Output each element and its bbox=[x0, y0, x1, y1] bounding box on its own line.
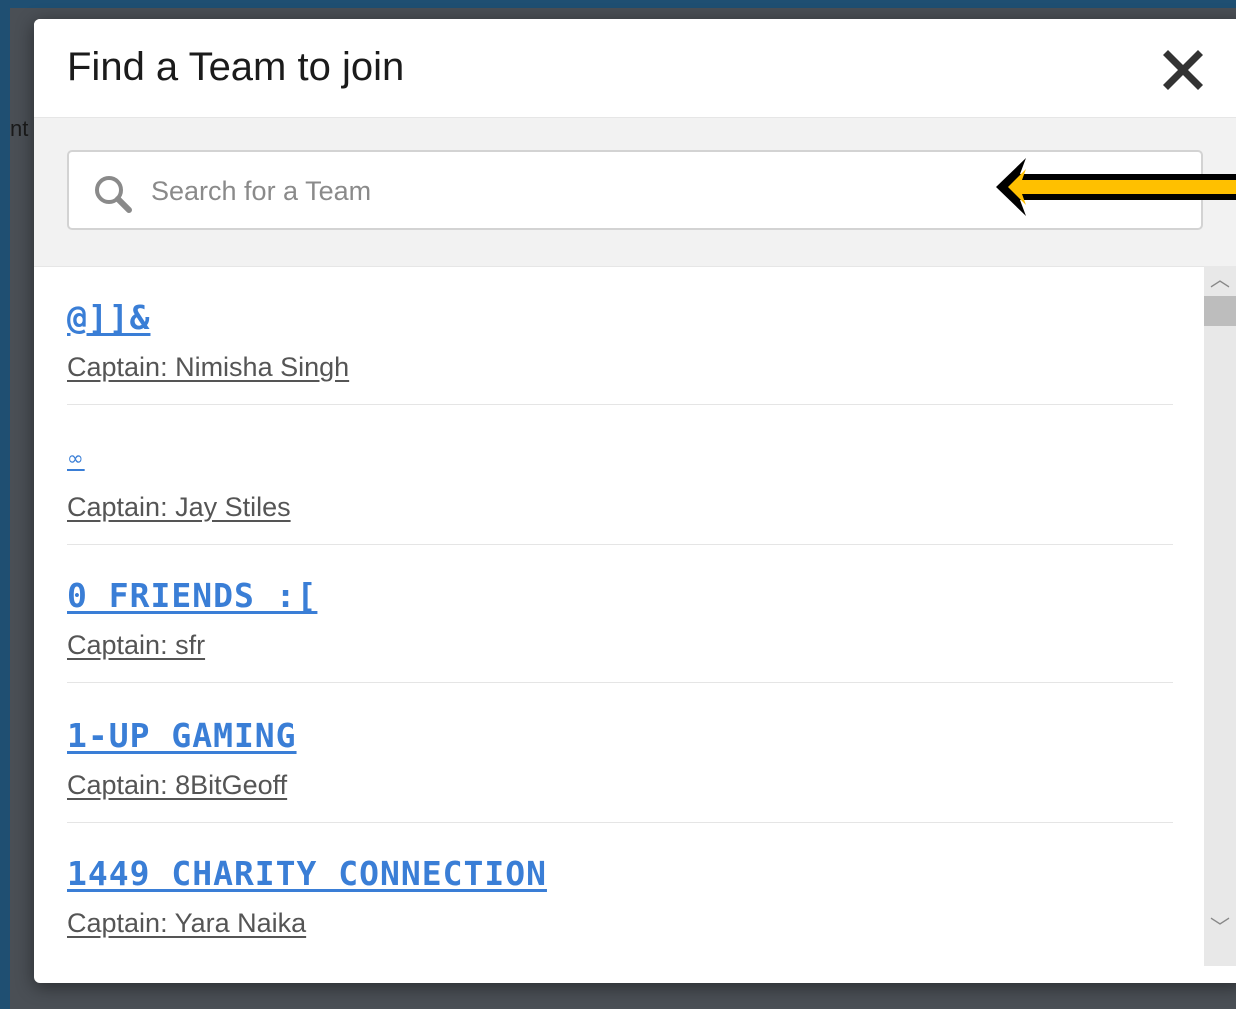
team-name-link[interactable]: 1449 CHARITY CONNECTION bbox=[67, 854, 547, 893]
modal-header: Find a Team to join bbox=[34, 19, 1236, 117]
team-captain-link[interactable]: Captain: Yara Naika bbox=[67, 908, 306, 939]
team-list-item: ∞ Captain: Jay Stiles bbox=[67, 406, 1173, 545]
team-list-item: @]]& Captain: Nimisha Singh bbox=[67, 266, 1173, 405]
close-button[interactable] bbox=[1160, 47, 1206, 93]
find-team-modal: Find a Team to join @]]& Captain: Nimish… bbox=[34, 19, 1236, 983]
search-input[interactable] bbox=[149, 162, 983, 220]
scroll-down-icon[interactable]: ﹀ bbox=[1204, 914, 1236, 942]
modal-title: Find a Team to join bbox=[67, 45, 405, 89]
team-list-item: 1-UP GAMING Captain: 8BitGeoff bbox=[67, 684, 1173, 823]
team-captain-link[interactable]: Captain: sfr bbox=[67, 630, 205, 661]
arrow-annotation-icon bbox=[996, 158, 1236, 216]
team-captain-link[interactable]: Captain: Nimisha Singh bbox=[67, 352, 349, 383]
team-name-link[interactable]: 0 FRIENDS :[ bbox=[67, 576, 317, 615]
team-name-link[interactable]: 1-UP GAMING bbox=[67, 716, 297, 755]
team-name-link[interactable]: ∞ bbox=[67, 446, 85, 470]
team-list: @]]& Captain: Nimisha Singh ∞ Captain: J… bbox=[34, 266, 1204, 983]
team-list-item: 1449 CHARITY CONNECTION Captain: Yara Na… bbox=[67, 822, 1173, 961]
search-section bbox=[34, 117, 1236, 267]
page-backdrop-top bbox=[0, 0, 1236, 8]
team-list-scrollbar[interactable]: ︿ ﹀ bbox=[1204, 266, 1236, 966]
search-icon bbox=[95, 176, 132, 213]
team-name-link[interactable]: @]]& bbox=[67, 298, 150, 337]
team-captain-link[interactable]: Captain: Jay Stiles bbox=[67, 492, 291, 523]
background-text-fragment: nt bbox=[10, 116, 29, 141]
team-list-item: 0 FRIENDS :[ Captain: sfr bbox=[67, 544, 1173, 683]
scroll-up-icon[interactable]: ︿ bbox=[1204, 266, 1236, 294]
page-backdrop-strip bbox=[0, 0, 10, 1009]
close-x-icon bbox=[1163, 50, 1203, 90]
scroll-thumb[interactable] bbox=[1204, 296, 1236, 326]
team-captain-link[interactable]: Captain: 8BitGeoff bbox=[67, 770, 287, 801]
